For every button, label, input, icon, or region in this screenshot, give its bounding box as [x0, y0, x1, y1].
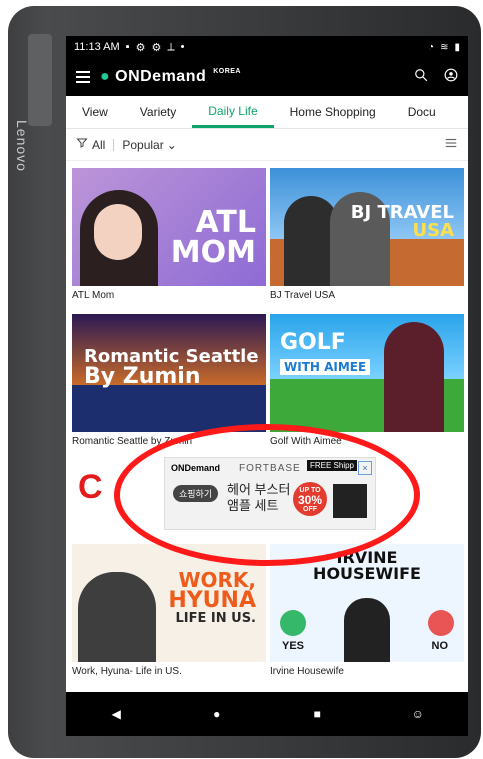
tab-variety[interactable]: Variety: [124, 96, 192, 128]
filter-row: All Popular ⌄: [66, 129, 468, 161]
thumb-atl-mom: ATL MOM: [72, 168, 266, 286]
status-notification-icon: ▪: [125, 41, 130, 53]
category-tabs: View Variety Daily Life Home Shopping Do…: [66, 96, 468, 129]
thumb-text-golf: GOLF WITH AIMEE: [280, 332, 371, 376]
sort-popular[interactable]: Popular: [122, 138, 163, 152]
thumb-text-work: WORK, HYUNA LIFE IN US.: [168, 568, 256, 626]
thumb-romantic-seattle: Romantic Seattle By Zumin: [72, 314, 266, 432]
logo-on: ●: [100, 68, 111, 85]
person-irvine: [344, 598, 390, 662]
thumb-text-atl: ATL MOM: [170, 205, 256, 270]
status-settings-icon-2: ⚙: [151, 41, 162, 54]
profile-icon[interactable]: [444, 68, 458, 87]
status-settings-icon: ⚙: [135, 41, 146, 54]
card-title: ATL Mom: [72, 290, 115, 301]
no-label: NO: [431, 640, 449, 652]
status-signal-icon: ⟂: [167, 40, 175, 53]
callout-ellipse: [114, 424, 420, 566]
card-title: Work, Hyuna- Life in US.: [72, 666, 182, 677]
tab-home-shopping[interactable]: Home Shopping: [274, 96, 392, 128]
logo-text: ONDemand: [115, 68, 207, 85]
device-brand-text: Lenovo: [14, 120, 30, 172]
card-atl-mom[interactable]: ATL MOM ATL Mom: [72, 168, 266, 304]
logo-korea: KOREA: [213, 68, 241, 75]
tab-daily-life[interactable]: Daily Life: [192, 96, 274, 128]
battery-icon: ▮: [454, 41, 460, 53]
filter-icon[interactable]: [76, 137, 88, 152]
no-icon: [428, 610, 454, 636]
app-logo: ● ONDemand KOREA: [100, 68, 241, 86]
back-icon[interactable]: ◀: [104, 702, 128, 726]
status-bar: 11:13 AM ▪ ⚙ ⚙ ⟂ • ◔ ≋ ▮: [66, 36, 468, 58]
card-title: Irvine Housewife: [270, 666, 344, 677]
wifi-icon: ≋: [440, 41, 449, 53]
accessibility-icon[interactable]: ☺: [406, 702, 430, 726]
recents-icon[interactable]: ■: [305, 702, 329, 726]
filter-all[interactable]: All: [92, 138, 105, 152]
thumb-golf-with-aimee: GOLF WITH AIMEE: [270, 314, 464, 432]
status-time: 11:13 AM: [74, 41, 120, 53]
brand-strip: [28, 34, 52, 126]
person-golf: [384, 322, 444, 432]
card-title: BJ Travel USA: [270, 290, 336, 301]
screen: 11:13 AM ▪ ⚙ ⚙ ⟂ • ◔ ≋ ▮ ● ONDemand KORE…: [66, 36, 468, 736]
status-right: ◔ ≋ ▮: [428, 42, 460, 53]
yes-label: YES: [282, 640, 305, 652]
search-icon[interactable]: [414, 68, 428, 87]
thumb-text-bj: BJ TRAVEL USA: [350, 202, 454, 241]
home-icon[interactable]: ●: [205, 702, 229, 726]
app-bar: ● ONDemand KOREA: [66, 58, 468, 96]
person-work: [78, 572, 156, 662]
list-view-icon[interactable]: [444, 136, 458, 153]
face-shape: [94, 204, 142, 260]
status-left: 11:13 AM ▪ ⚙ ⚙ ⟂ •: [74, 41, 185, 54]
thumb-bj-travel-usa: BJ TRAVEL USA: [270, 168, 464, 286]
card-bj-travel-usa[interactable]: BJ TRAVEL USA BJ Travel USA: [270, 168, 464, 304]
filter-separator: [113, 138, 115, 151]
system-nav-bar: ◀ ● ■ ☺: [66, 692, 468, 736]
status-dot-icon: •: [180, 41, 185, 53]
menu-icon[interactable]: [76, 71, 90, 83]
tab-view[interactable]: View: [66, 96, 124, 128]
tab-docu[interactable]: Docu: [392, 96, 452, 128]
yes-icon: [280, 610, 306, 636]
alarm-icon: ◔: [428, 41, 435, 53]
thumb-text-seattle: Romantic Seattle By Zumin: [84, 346, 259, 389]
app-actions: [414, 68, 458, 87]
callout-label: C: [78, 468, 103, 506]
chevron-down-icon[interactable]: ⌄: [167, 138, 177, 152]
